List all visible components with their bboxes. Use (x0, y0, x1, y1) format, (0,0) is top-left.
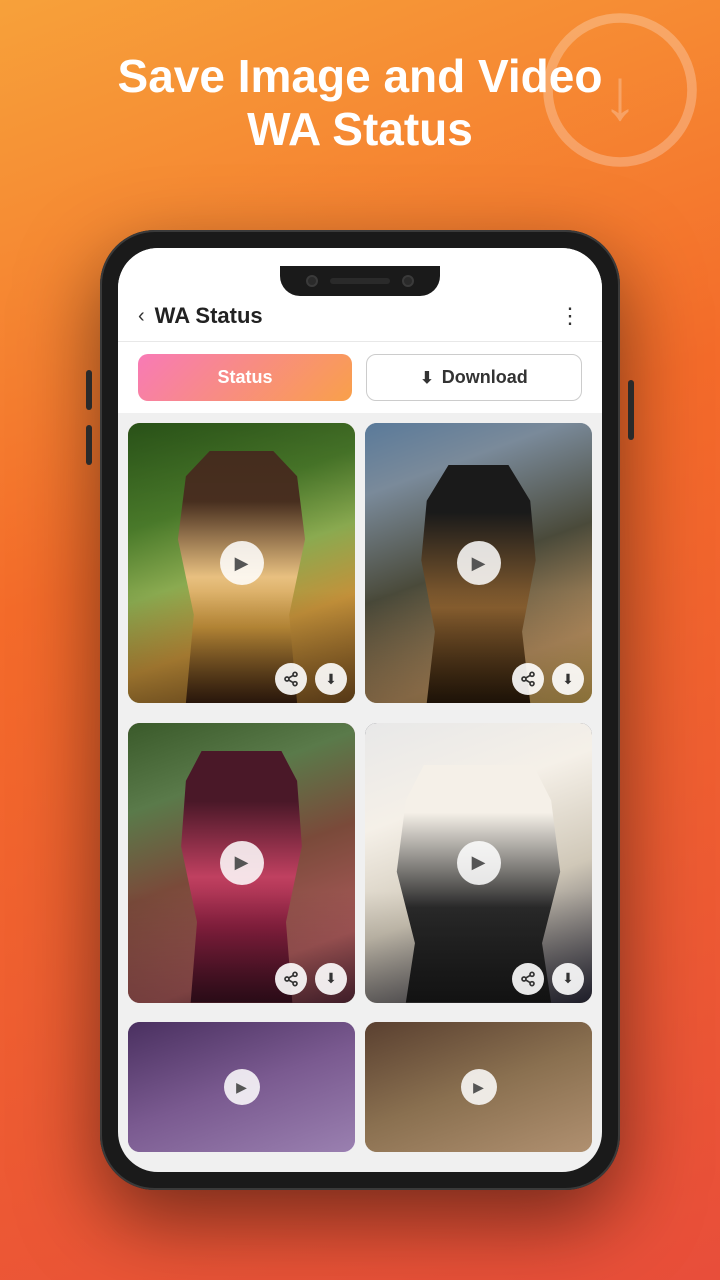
share-button-4[interactable] (512, 963, 544, 995)
tab-download[interactable]: ⬇ Download (366, 354, 582, 401)
phone-screen: ‹ WA Status ⋮ Status ⬇ Download (118, 248, 602, 1172)
volume-up-button (86, 370, 92, 410)
play-button-6[interactable]: ▶ (461, 1069, 497, 1105)
media-actions-3: ⬇ (275, 963, 347, 995)
share-button-3[interactable] (275, 963, 307, 995)
volume-down-button (86, 425, 92, 465)
more-options-button[interactable]: ⋮ (559, 303, 582, 329)
download-button-4[interactable]: ⬇ (552, 963, 584, 995)
share-button-2[interactable] (512, 663, 544, 695)
gradient-overlay-top (128, 423, 355, 535)
download-button-2[interactable]: ⬇ (552, 663, 584, 695)
media-item-5[interactable]: ▶ (128, 1022, 355, 1152)
app-screen: ‹ WA Status ⋮ Status ⬇ Download (118, 248, 602, 1172)
phone-notch (280, 266, 440, 296)
page-header-title: Save Image and Video WA Status (118, 50, 603, 156)
media-item-col2: ▶ ⬇ (365, 423, 592, 713)
tab-status[interactable]: Status (138, 354, 352, 401)
play-button-2[interactable]: ▶ (457, 541, 501, 585)
media-actions-2: ⬇ (512, 663, 584, 695)
play-button-1[interactable]: ▶ (220, 541, 264, 585)
speaker-bar (330, 278, 390, 284)
download-button-1[interactable]: ⬇ (315, 663, 347, 695)
back-button[interactable]: ‹ (138, 305, 145, 328)
camera-dot (306, 275, 318, 287)
media-item-1[interactable]: ▶ ⬇ (128, 423, 355, 703)
play-button-5[interactable]: ▶ (224, 1069, 260, 1105)
media-actions-1: ⬇ (275, 663, 347, 695)
media-grid: ▶ ⬇ (118, 413, 602, 1172)
media-item-3[interactable]: ▶ ⬇ (128, 723, 355, 1003)
media-item-6[interactable]: ▶ (365, 1022, 592, 1152)
tab-download-label: Download (442, 367, 528, 388)
play-button-3[interactable]: ▶ (220, 841, 264, 885)
share-button-1[interactable] (275, 663, 307, 695)
tabs-container: Status ⬇ Download (118, 342, 602, 413)
media-actions-4: ⬇ (512, 963, 584, 995)
power-button (628, 380, 634, 440)
media-item-4[interactable]: ▶ ⬇ (365, 723, 592, 1003)
download-button-3[interactable]: ⬇ (315, 963, 347, 995)
media-item-2[interactable]: ▶ ⬇ (365, 423, 592, 703)
app-title: WA Status (155, 303, 263, 329)
phone-mockup: ‹ WA Status ⋮ Status ⬇ Download (100, 230, 620, 1190)
download-icon: ⬇ (420, 368, 433, 388)
play-button-4[interactable]: ▶ (457, 841, 501, 885)
svg-text:↓: ↓ (602, 55, 638, 135)
camera-dot-2 (402, 275, 414, 287)
